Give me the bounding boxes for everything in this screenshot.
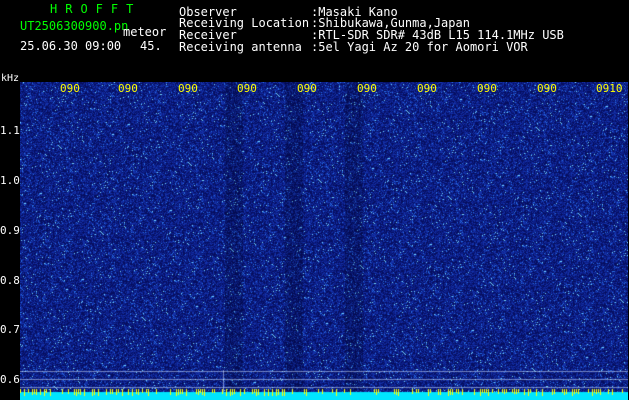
spectrogram	[20, 82, 628, 400]
meteor-label: meteor	[123, 25, 167, 39]
x-tick-label: 090	[417, 82, 437, 95]
app-title: HROFFT	[50, 2, 142, 16]
x-tick-label: 090	[357, 82, 377, 95]
y-axis-unit: kHz	[1, 73, 20, 84]
x-tick-label: 090	[118, 82, 138, 95]
y-tick-label: 0.8	[0, 274, 20, 287]
datetime: 25.06.30 09:00	[20, 39, 122, 53]
antenna-value: :5el Yagi Az 20 for Aomori VOR	[311, 40, 528, 54]
y-tick-label: 0.9	[0, 224, 20, 237]
antenna-label: Receiving antenna	[179, 40, 302, 54]
x-tick-label: 090	[477, 82, 497, 95]
x-tick-label: 090	[537, 82, 557, 95]
x-tick-label: 090	[178, 82, 198, 95]
x-tick-label: 0910	[596, 82, 623, 95]
y-tick-label: 1.1	[0, 124, 20, 137]
y-tick-label: 0.6	[0, 373, 20, 386]
meteor-count: 45.	[140, 39, 162, 53]
x-tick-label: 090	[297, 82, 317, 95]
file-name: UT2506300900.pn	[20, 19, 129, 33]
x-tick-label: 090	[237, 82, 257, 95]
x-tick-label: 090	[60, 82, 80, 95]
y-tick-label: 1.0	[0, 174, 20, 187]
y-tick-label: 0.7	[0, 323, 20, 336]
